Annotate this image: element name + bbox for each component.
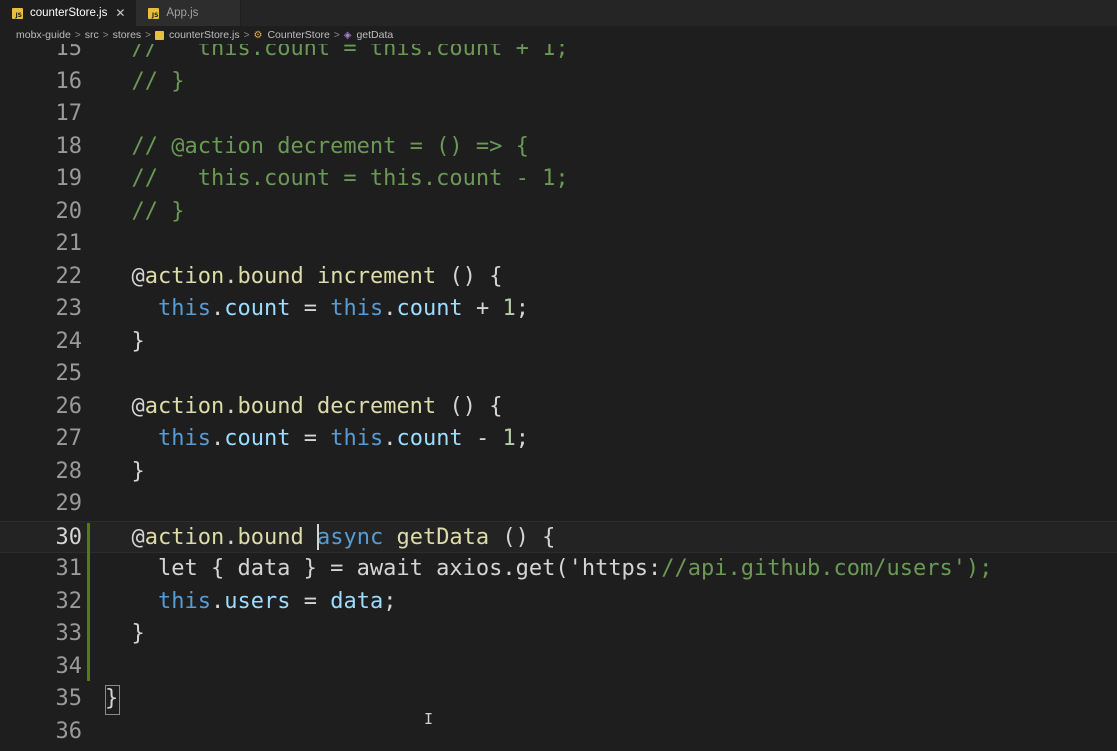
code-line[interactable]: 24 } — [0, 326, 1117, 359]
line-number: 28 — [55, 458, 83, 484]
tab-label: App.js — [166, 7, 199, 19]
line-number: 32 — [55, 588, 83, 614]
line-number: 16 — [55, 68, 83, 94]
line-number: 25 — [55, 361, 83, 386]
code-line[interactable]: 36 — [0, 716, 1117, 749]
breadcrumb-project[interactable]: mobx-guide — [16, 29, 71, 41]
line-number: 20 — [55, 198, 83, 224]
code-line[interactable]: 26 @action.bound decrement () { — [0, 391, 1117, 424]
code-line[interactable]: 22 @action.bound increment () { — [0, 261, 1117, 294]
code-text: // } — [131, 198, 185, 224]
code-line[interactable]: 18 // @action decrement = () => { — [0, 131, 1117, 164]
breadcrumb-file[interactable]: counterStore.js — [155, 29, 240, 41]
chevron-right-icon: > — [333, 29, 340, 41]
close-icon[interactable]: ✕ — [115, 6, 125, 20]
line-number: 29 — [55, 491, 83, 516]
breadcrumb-class-label: CounterStore — [267, 29, 330, 41]
code-editor[interactable]: 15 // this.count = this.count + 1; 16 // … — [0, 44, 1117, 751]
line-number: 31 — [55, 556, 83, 581]
line-number: 33 — [55, 621, 83, 646]
code-text: } — [131, 328, 145, 354]
line-number: 35 — [55, 686, 83, 711]
code-text: // this.count = this.count - 1; — [131, 166, 569, 191]
method-symbol-icon: ◈ — [343, 29, 352, 41]
code-text: @action.bound increment () { — [131, 263, 503, 289]
code-line[interactable]: 27 this.count = this.count - 1; — [0, 423, 1117, 456]
code-line[interactable]: 19 // this.count = this.count - 1; — [0, 163, 1117, 196]
code-text: // this.count = this.count + 1; — [131, 44, 569, 61]
code-line[interactable]: 31 let { data } = await axios.get('https… — [0, 553, 1117, 586]
line-number: 23 — [55, 296, 83, 321]
code-line[interactable]: 25 — [0, 358, 1117, 391]
breadcrumb: mobx-guide > src > stores > counterStore… — [0, 26, 1117, 44]
breadcrumb-class[interactable]: ⚙ CounterStore — [253, 29, 329, 41]
code-line[interactable]: 20 // } — [0, 196, 1117, 229]
code-line[interactable]: 16 // } — [0, 66, 1117, 99]
line-number: 18 — [55, 133, 83, 159]
line-number: 17 — [55, 101, 83, 126]
tab-app[interactable]: JS App.js — [136, 0, 242, 26]
code-line[interactable]: 28 } — [0, 456, 1117, 489]
code-line[interactable]: 30 @action.bound async getData () { — [0, 520, 1117, 553]
tab-label: counterStore.js — [30, 7, 108, 19]
code-text: // } — [131, 68, 185, 94]
code-line[interactable]: 15 // this.count = this.count + 1; — [0, 44, 1117, 66]
code-line[interactable]: 32 this.users = data; — [0, 586, 1117, 619]
line-number: 26 — [55, 393, 83, 419]
code-line[interactable]: 21 — [0, 228, 1117, 261]
code-text: @action.bound decrement () { — [131, 393, 503, 419]
line-number: 34 — [55, 653, 83, 679]
breadcrumb-method-label: getData — [356, 29, 394, 41]
code-text: this.users = data; — [158, 588, 397, 614]
line-number: 30 — [55, 524, 83, 550]
chevron-right-icon: > — [145, 29, 151, 41]
line-number: 21 — [55, 231, 83, 256]
tab-counterstore[interactable]: JS counterStore.js ✕ — [0, 0, 137, 26]
chevron-right-icon: > — [102, 29, 109, 41]
line-number: 15 — [55, 44, 83, 61]
code-text: this.count = this.count - 1; — [158, 426, 529, 451]
code-line[interactable]: 35} — [0, 683, 1117, 716]
chevron-right-icon: > — [74, 29, 81, 41]
class-symbol-icon: ⚙ — [253, 29, 263, 41]
git-added-lines-marker[interactable] — [87, 522, 90, 681]
breadcrumb-folder-src[interactable]: src — [85, 29, 99, 41]
code-line[interactable]: 34 — [0, 651, 1117, 684]
breadcrumb-file-label: counterStore.js — [169, 29, 240, 41]
js-file-icon — [155, 30, 164, 40]
code-line[interactable]: 23 this.count = this.count + 1; — [0, 293, 1117, 326]
code-line[interactable]: 17 — [0, 98, 1117, 131]
code-line[interactable]: 29 — [0, 488, 1117, 521]
code-text: } — [131, 458, 145, 484]
bracket-match-highlight — [105, 685, 120, 715]
line-number: 24 — [55, 328, 83, 354]
code-text: // @action decrement = () => { — [131, 133, 529, 159]
breadcrumb-method[interactable]: ◈ getData — [344, 29, 393, 41]
line-number: 19 — [55, 166, 83, 191]
breadcrumb-folder-stores[interactable]: stores — [113, 29, 142, 41]
code-text: this.count = this.count + 1; — [158, 296, 529, 321]
line-number: 22 — [55, 263, 83, 289]
code-text: @action.bound async getData () { — [131, 524, 556, 550]
tab-bar: JS counterStore.js ✕ JS App.js — [0, 0, 1117, 26]
code-line[interactable]: 33 } — [0, 618, 1117, 651]
text-cursor-icon: I — [424, 710, 434, 728]
code-text: let { data } = await axios.get('https://… — [105, 556, 993, 581]
text-caret — [317, 523, 319, 550]
code-text: } — [131, 621, 145, 646]
line-number: 36 — [55, 718, 83, 744]
line-number: 27 — [55, 426, 83, 451]
js-file-icon: JS — [12, 7, 23, 19]
chevron-right-icon: > — [243, 29, 250, 41]
js-file-icon: JS — [148, 7, 160, 19]
